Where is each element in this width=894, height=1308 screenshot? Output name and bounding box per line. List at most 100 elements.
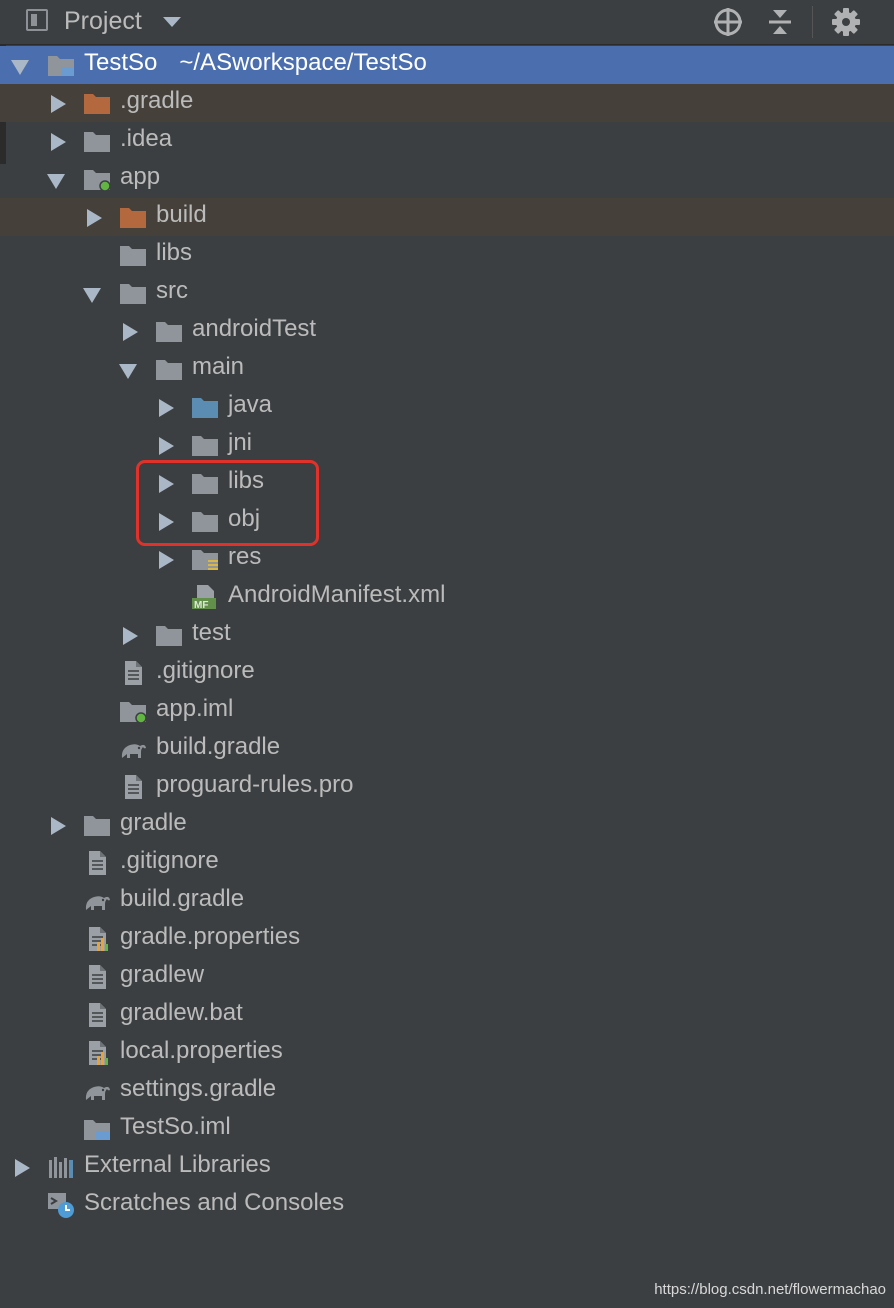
collapsed-arrow-icon[interactable] [159, 399, 174, 417]
tree-node-label: libs [156, 239, 193, 266]
folder-icon [83, 128, 111, 154]
manifest-file-icon: MF [191, 584, 219, 611]
tree-node-app-gitignore[interactable]: .gitignore [0, 654, 894, 692]
properties-file-icon [83, 1040, 111, 1066]
library-icon [47, 1154, 75, 1180]
scroll-from-source-icon[interactable] [712, 6, 744, 38]
tree-node-local-properties[interactable]: local.properties [0, 1034, 894, 1072]
tree-node-label: gradle.properties [120, 923, 301, 950]
tree-node-gradle-dir[interactable]: .gradle [0, 84, 894, 122]
folder-icon [119, 280, 147, 306]
tree-node-main-libs-dir[interactable]: libs [0, 464, 894, 502]
collapsed-arrow-icon[interactable] [159, 437, 174, 455]
collapsed-arrow-icon[interactable] [123, 627, 138, 645]
tree-node-label: settings.gradle [120, 1075, 277, 1102]
tree-node-label: gradlew.bat [120, 999, 243, 1026]
tree-node-idea-dir[interactable]: .idea [0, 122, 894, 160]
folder-icon [191, 432, 219, 458]
source-folder-icon [191, 394, 219, 420]
expanded-arrow-icon[interactable] [83, 288, 101, 303]
watermark: https://blog.csdn.net/flowermachao [654, 1281, 886, 1298]
gradle-elephant-icon [119, 736, 147, 762]
module-folder-icon [47, 52, 75, 78]
tree-node-androidtest-dir[interactable]: androidTest [0, 312, 894, 350]
tree-node-test-dir[interactable]: test [0, 616, 894, 654]
tree-node-label: TestSo.iml [120, 1113, 231, 1140]
tree-node-app-dir[interactable]: app [0, 160, 894, 198]
tree-node-label: local.properties [120, 1037, 283, 1064]
tree-node-java-dir[interactable]: java [0, 388, 894, 426]
collapsed-arrow-icon[interactable] [159, 551, 174, 569]
folder-icon [119, 242, 147, 268]
tree-node-label: androidTest [192, 315, 317, 342]
tree-node-build-dir[interactable]: build [0, 198, 894, 236]
collapsed-arrow-icon[interactable] [87, 209, 102, 227]
collapsed-arrow-icon[interactable] [51, 817, 66, 835]
collapsed-arrow-icon[interactable] [51, 95, 66, 113]
tree-node-label: build [156, 201, 207, 228]
tree-node-label: Scratches and Consoles [84, 1189, 345, 1216]
tree-node-scratches[interactable]: Scratches and Consoles [0, 1186, 894, 1224]
folder-icon [155, 318, 183, 344]
tree-node-label: External Libraries [84, 1151, 271, 1178]
collapsed-arrow-icon[interactable] [51, 133, 66, 151]
tree-node-jni-dir[interactable]: jni [0, 426, 894, 464]
tree-node-obj-dir[interactable]: obj [0, 502, 894, 540]
tree-node-manifest-file[interactable]: MF AndroidManifest.xml [0, 578, 894, 616]
gradle-elephant-icon [83, 888, 111, 914]
excluded-folder-icon [83, 90, 111, 116]
tree-node-label: build.gradle [120, 885, 245, 912]
expanded-arrow-icon[interactable] [119, 364, 137, 379]
text-file-icon [119, 774, 147, 800]
tree-node-label: app [120, 163, 161, 190]
text-file-icon [83, 964, 111, 990]
tree-node-label: gradle [120, 809, 187, 836]
collapse-all-icon[interactable] [764, 6, 796, 38]
view-dropdown-arrow-icon[interactable] [163, 17, 181, 27]
tree-node-app-build-gradle[interactable]: build.gradle [0, 730, 894, 768]
tree-node-root-build-gradle[interactable]: build.gradle [0, 882, 894, 920]
expanded-arrow-icon[interactable] [11, 60, 29, 75]
tree-node-label: src [156, 277, 188, 304]
tree-node-gradle-properties[interactable]: gradle.properties [0, 920, 894, 958]
tree-node-external-libs[interactable]: External Libraries [0, 1148, 894, 1186]
tree-node-root-gitignore[interactable]: .gitignore [0, 844, 894, 882]
tree-node-label: proguard-rules.pro [156, 771, 354, 798]
tree-node-label: main [192, 353, 245, 380]
project-view-icon[interactable] [26, 9, 48, 31]
android-module-folder-icon [83, 166, 111, 192]
expanded-arrow-icon[interactable] [47, 174, 65, 189]
tree-node-gradlew[interactable]: gradlew [0, 958, 894, 996]
folder-icon [155, 356, 183, 382]
folder-icon [83, 812, 111, 838]
tree-node-app-libs-dir[interactable]: libs [0, 236, 894, 274]
toolbar-separator [812, 6, 813, 38]
tree-node-gradle-folder[interactable]: gradle [0, 806, 894, 844]
tree-node-gradlew-bat[interactable]: gradlew.bat [0, 996, 894, 1034]
tree-node-label: test [192, 619, 231, 646]
scratches-icon [47, 1192, 75, 1218]
tree-node-app-iml[interactable]: app.iml [0, 692, 894, 730]
tree-node-proguard[interactable]: proguard-rules.pro [0, 768, 894, 806]
tree-node-main-dir[interactable]: main [0, 350, 894, 388]
tree-node-label: java [228, 391, 273, 418]
project-view-title[interactable]: Project [64, 7, 142, 36]
project-tool-window-header: Project [0, 0, 894, 45]
gear-icon[interactable] [830, 6, 862, 38]
gradle-elephant-icon [83, 1078, 111, 1104]
tree-node-label: res [228, 543, 262, 570]
excluded-folder-icon [119, 204, 147, 230]
collapsed-arrow-icon[interactable] [15, 1159, 30, 1177]
text-file-icon [83, 1002, 111, 1028]
tree-node-label: app.iml [156, 695, 234, 722]
tree-node-src-dir[interactable]: src [0, 274, 894, 312]
tree-node-settings-gradle[interactable]: settings.gradle [0, 1072, 894, 1110]
resource-folder-icon [191, 546, 219, 572]
text-file-icon [119, 660, 147, 686]
tree-node-root[interactable]: TestSo ~/ASworkspace/TestSo [0, 46, 894, 84]
tree-node-testso-iml[interactable]: TestSo.iml [0, 1110, 894, 1148]
collapsed-arrow-icon[interactable] [123, 323, 138, 341]
project-path: ~/ASworkspace/TestSo [179, 49, 427, 76]
tree-node-res-dir[interactable]: res [0, 540, 894, 578]
android-module-file-icon [119, 698, 147, 724]
